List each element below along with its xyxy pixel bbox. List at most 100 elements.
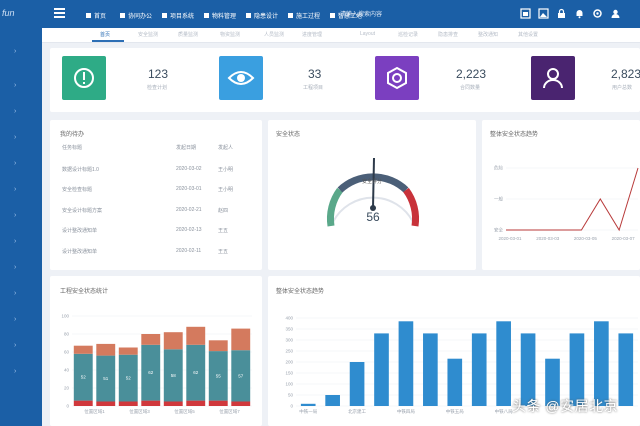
stat-label-projects: 工程项目 (303, 85, 324, 91)
bar (594, 321, 609, 406)
stack-bar-segment (96, 401, 116, 406)
todo-row[interactable]: 数据设计标题1.0 2020-03-02 王小明 (62, 166, 257, 176)
bell-icon[interactable] (574, 8, 585, 19)
bar (618, 333, 634, 406)
tab-material[interactable]: 物资监测 (220, 31, 240, 38)
eye-icon (219, 56, 263, 100)
sidebar-item-11[interactable]: › (14, 316, 16, 323)
stack-bar-segment (118, 401, 138, 406)
sidebar-item-1[interactable]: › (14, 48, 16, 55)
x-tick-label: 位置区域1 (84, 408, 105, 415)
material-icon (204, 12, 209, 18)
y-tick-label: 60 (64, 350, 70, 355)
y-tick-label: 20 (64, 386, 70, 391)
stack-bar-segment (208, 340, 228, 352)
nav-item-home[interactable]: 首页 (86, 9, 106, 21)
todo-header-row: 任务标题 发起日期 发起人 (62, 145, 234, 151)
lock-icon[interactable] (556, 8, 567, 19)
tab-inspection[interactable]: 巡检记录 (398, 31, 418, 38)
search-input[interactable] (340, 10, 430, 20)
x-tick-label: 中铁五局 (446, 408, 464, 415)
x-tick-label: 中铁四局 (397, 408, 415, 415)
tab-quality[interactable]: 质量监测 (178, 31, 198, 38)
x-tick-label: 2020-03-07 (612, 236, 636, 241)
tab-notice[interactable]: 整改通知 (478, 31, 498, 38)
user-avatar-icon[interactable] (610, 8, 621, 19)
nav-item-collab[interactable]: 协同办公 (120, 9, 152, 21)
sidebar-item-2[interactable]: › (14, 82, 16, 89)
bar-data-label: 51 (103, 376, 109, 381)
settings-icon[interactable] (592, 8, 603, 19)
top-navbar: 首页 协同办公 项目系统 物料管理 隐患设计 施工过程 智慧工地 (42, 0, 640, 28)
stack-bar-segment (73, 400, 93, 406)
x-tick-label: 位置区域5 (174, 408, 195, 415)
tab-progress[interactable]: 进度管理 (302, 31, 322, 38)
sidebar-item-9[interactable]: › (14, 264, 16, 271)
hazard-icon (246, 12, 251, 18)
todo-row[interactable]: 设计整改通知单 2020-02-11 王五 (62, 248, 257, 258)
x-tick-label: 2020-03-05 (574, 236, 598, 241)
stack-bar-segment (141, 334, 161, 345)
bar (300, 403, 316, 406)
x-tick-label: 中铁一局 (299, 408, 317, 415)
gauge-safe-arc (326, 187, 343, 227)
alert-icon (62, 56, 106, 100)
stat-label-plans: 检查计划 (147, 85, 168, 91)
sidebar-item-7[interactable]: › (14, 212, 16, 219)
tab-personnel[interactable]: 人员监测 (264, 31, 284, 38)
sidebar-item-12[interactable]: › (14, 342, 16, 349)
stack-bar-segment (73, 345, 93, 354)
user-icon (531, 56, 575, 100)
tab-settings[interactable]: 其他设置 (518, 31, 538, 38)
trend-title: 整体安全状态趋势 (490, 132, 539, 138)
x-tick-label: 2020-03-01 (498, 236, 522, 241)
y-tick-label: 50 (288, 393, 294, 398)
image-icon[interactable] (538, 8, 549, 19)
bar-data-label: 55 (216, 373, 222, 378)
sidebar-item-3[interactable]: › (14, 108, 16, 115)
bar-data-label: 52 (126, 376, 132, 381)
sidebar-item-5[interactable]: › (14, 160, 16, 167)
tab-layout[interactable]: Layout (360, 31, 375, 37)
trend-line-chart: 危险一般安全 2020-03-01 2020-03-03 2020-03-05 2020… (494, 165, 639, 241)
stack-bar-segment (208, 400, 228, 406)
tab-hazard[interactable]: 隐患排查 (438, 31, 458, 38)
todo-row[interactable]: 安全设计标题方案 2020-02-21 赵四 (62, 207, 257, 217)
fullscreen-icon[interactable] (520, 8, 531, 19)
x-tick-label: 中铁八局 (495, 408, 513, 415)
sidebar-item-13[interactable]: › (14, 368, 16, 375)
menu-toggle-icon[interactable] (54, 8, 65, 18)
sidebar-item-10[interactable]: › (14, 290, 16, 297)
sidebar-item-4[interactable]: › (14, 134, 16, 141)
nav-item-project[interactable]: 项目系统 (162, 9, 194, 21)
bar-data-label: 62 (193, 370, 199, 375)
stat-value-plans: 123 (148, 67, 169, 81)
bar (496, 321, 511, 406)
y-tick-label: 250 (285, 349, 293, 354)
bar (349, 362, 365, 406)
bar-data-label: 52 (81, 375, 87, 380)
y-tick-label: 150 (285, 371, 293, 376)
tab-bar: 首页 安全监测 质量监测 物资监测 人员监测 进度管理 Layout 巡检记录 … (42, 28, 640, 43)
todo-row[interactable]: 安全检查标题 2020-03-01 王小明 (62, 186, 257, 196)
stack-title: 工程安全状态统计 (60, 289, 109, 295)
gauge-label: 安全评分 (361, 179, 382, 185)
nav-item-construction[interactable]: 施工过程 (288, 9, 320, 21)
watermark: 头条 @安居北京 (512, 398, 619, 414)
bar (374, 333, 389, 406)
bar (398, 321, 414, 406)
tab-safety[interactable]: 安全监测 (138, 31, 158, 38)
y-tick-label: 100 (285, 382, 293, 387)
y-tick-label: 0 (66, 404, 69, 409)
y-tick-label: 200 (285, 360, 293, 365)
safety-gauge (326, 157, 420, 227)
nav-item-material[interactable]: 物料管理 (204, 9, 236, 21)
nav-item-hazard[interactable]: 隐患设计 (246, 9, 278, 21)
todo-row[interactable]: 设计整改通知单 2020-02-13 王五 (62, 227, 257, 237)
y-tick-label: 40 (64, 368, 70, 373)
sidebar-item-6[interactable]: › (14, 186, 16, 193)
tab-home[interactable]: 首页 (100, 31, 110, 38)
gear-icon (375, 56, 419, 100)
y-tick-label: 0 (290, 404, 293, 409)
sidebar-item-8[interactable]: › (14, 238, 16, 245)
